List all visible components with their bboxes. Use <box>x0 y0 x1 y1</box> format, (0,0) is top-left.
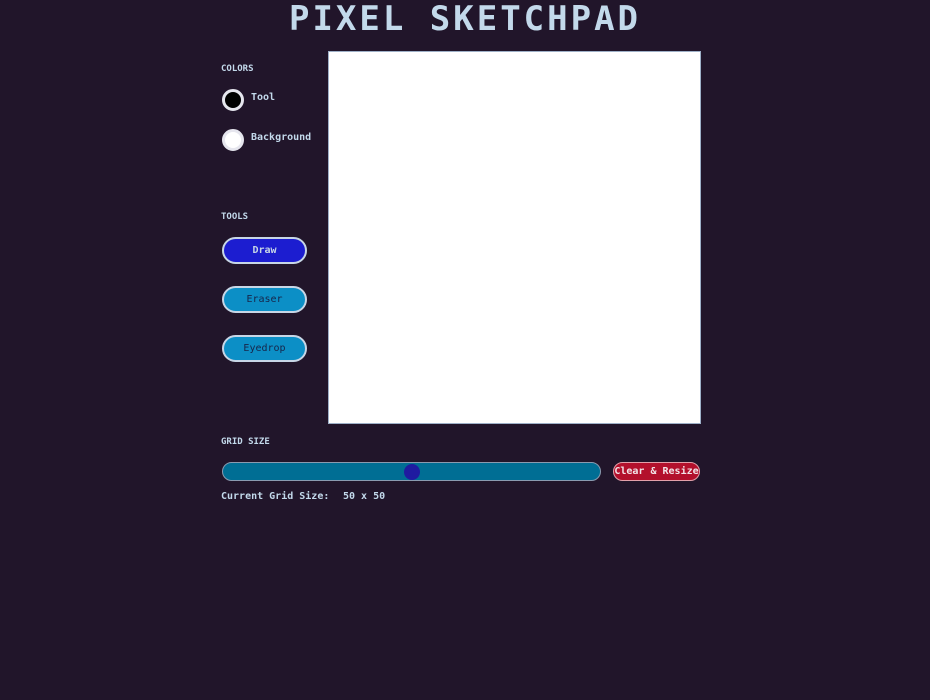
page-title: PIXEL SKETCHPAD <box>288 0 642 39</box>
current-grid-size-label: Current Grid Size: <box>221 491 330 502</box>
slider-thumb[interactable] <box>403 464 420 480</box>
grid-size-heading: GRID SIZE <box>221 437 270 447</box>
grid-size-slider[interactable] <box>222 462 601 481</box>
draw-tool-button[interactable]: Draw <box>222 237 307 264</box>
tools-heading: TOOLS <box>221 212 249 222</box>
tool-color-label: Tool <box>251 92 276 103</box>
tool-color-swatch[interactable] <box>222 89 244 111</box>
background-color-swatch[interactable] <box>222 129 244 151</box>
drawing-canvas[interactable] <box>328 51 701 424</box>
current-grid-size-value: 50 x 50 <box>343 491 386 502</box>
colors-heading: COLORS <box>221 64 254 74</box>
background-color-label: Background <box>251 132 312 143</box>
clear-resize-button[interactable]: Clear & Resize <box>613 462 700 481</box>
eyedrop-tool-button[interactable]: Eyedrop <box>222 335 307 362</box>
eraser-tool-button[interactable]: Eraser <box>222 286 307 313</box>
